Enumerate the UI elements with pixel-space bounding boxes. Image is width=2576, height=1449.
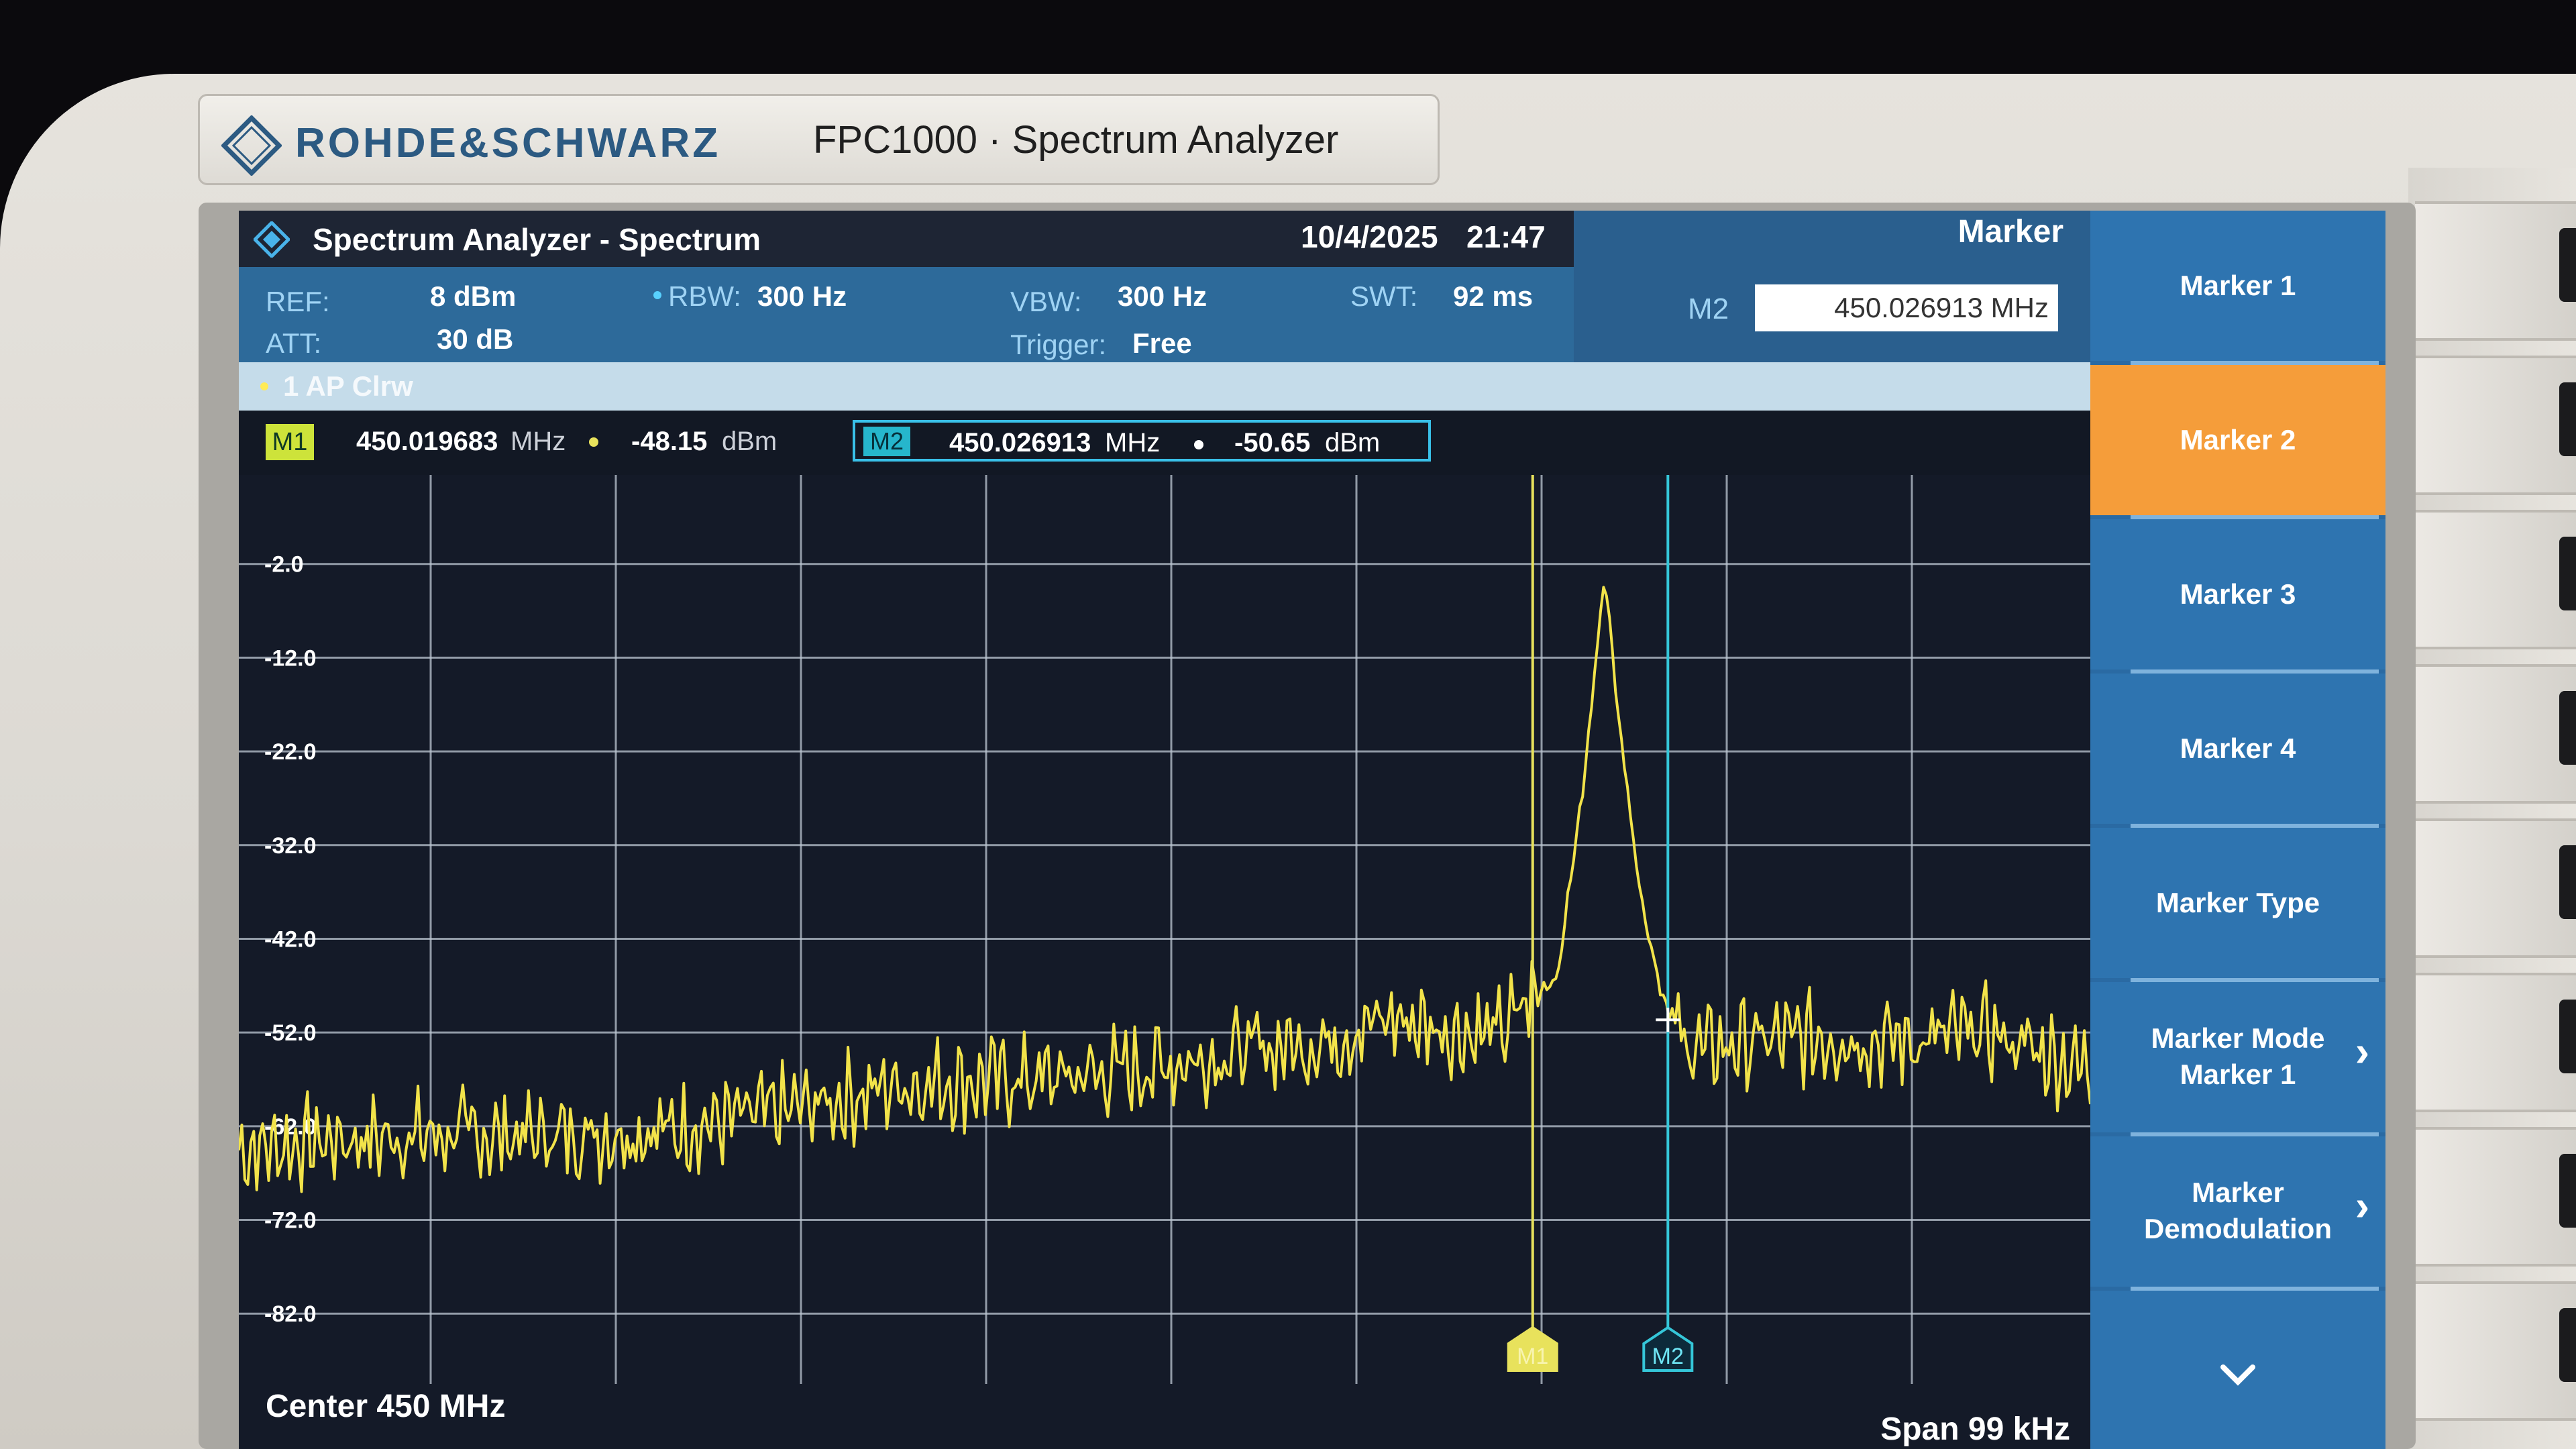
m2-level: -50.65 — [1234, 428, 1311, 458]
softkey-marker-3[interactable]: Marker 3 — [2090, 519, 2385, 669]
softkey-marker-demodulation[interactable]: Marker Demodulation › — [2090, 1136, 2385, 1287]
att-label: ATT: — [266, 327, 322, 359]
ref-value[interactable]: 8 dBm — [430, 280, 516, 313]
hardware-key-notch — [2559, 537, 2576, 610]
softkey-label: Marker Mode — [2151, 1022, 2325, 1054]
hardware-key[interactable] — [2415, 664, 2576, 804]
marker-panel-title: Marker — [1957, 214, 2063, 250]
hardware-key[interactable] — [2415, 201, 2576, 341]
hardware-key-notch — [2559, 228, 2576, 302]
marker-flag-m1: M1 — [1507, 1326, 1558, 1372]
softkey-label: Marker 1 — [2180, 270, 2296, 301]
marker-panel-header: Marker M2 — [1574, 211, 2090, 362]
trace-label: 1 AP Clrw — [283, 370, 413, 402]
y-tick-label: -72.0 — [264, 1208, 317, 1234]
title-bar: Spectrum Analyzer - Spectrum 10/4/2025 2… — [239, 211, 1574, 267]
softkey-label: Marker 4 — [2180, 733, 2296, 764]
swt-label: SWT: — [1350, 280, 1418, 312]
y-tick-label: -22.0 — [264, 739, 317, 765]
m2-frequency: 450.026913 — [949, 428, 1091, 458]
hardware-key[interactable] — [2415, 818, 2576, 958]
softkey-marker-2[interactable]: Marker 2 — [2090, 365, 2385, 515]
hardware-key-notch — [2559, 691, 2576, 765]
vbw-value[interactable]: 300 Hz — [1118, 280, 1207, 313]
chevron-right-icon: › — [2355, 1181, 2369, 1230]
marker-frequency-input[interactable] — [1755, 284, 2058, 331]
y-tick-label: -12.0 — [264, 645, 317, 671]
marker-flag-label: M2 — [1652, 1344, 1684, 1369]
y-tick-label: -52.0 — [264, 1020, 317, 1046]
vbw-label: VBW: — [1010, 286, 1082, 317]
m1-frequency: 450.019683 — [356, 427, 498, 456]
y-tick-label: -32.0 — [264, 833, 317, 859]
model-name: FPC1000 · Spectrum Analyzer — [813, 118, 1339, 162]
date-display: 10/4/2025 — [1301, 219, 1438, 254]
hardware-key-notch — [2559, 1000, 2576, 1073]
parameter-area[interactable]: REF: 8 dBm ATT: 30 dB RBW: 300 Hz VBW: 3… — [239, 267, 1574, 362]
softkey-sublabel: Demodulation — [2144, 1213, 2332, 1244]
hardware-key-notch — [2559, 382, 2576, 456]
softkey-label: Marker Type — [2155, 887, 2320, 918]
chevron-right-icon: › — [2355, 1027, 2369, 1075]
softkey-marker-1[interactable]: Marker 1 — [2090, 211, 2385, 361]
marker-readout-line: M1 450.019683 MHz -48.15 dBm M2 450.0269… — [239, 411, 2090, 475]
hardware-key[interactable] — [2415, 973, 2576, 1112]
trigger-label: Trigger: — [1010, 329, 1107, 360]
m2-level-unit: dBm — [1325, 428, 1381, 458]
active-marker-label: M2 — [1688, 292, 1729, 325]
time-display: 21:47 — [1466, 219, 1546, 254]
m1-level-unit: dBm — [722, 427, 777, 456]
rbw-label: RBW: — [668, 280, 741, 312]
att-value[interactable]: 30 dB — [437, 323, 513, 356]
chevron-down-icon — [2220, 1364, 2255, 1386]
marker-flag-m2: M2 — [1642, 1326, 1694, 1372]
softkey-label: Marker 2 — [2180, 424, 2296, 455]
m1-level: -48.15 — [631, 427, 708, 456]
m1-frequency-unit: MHz — [511, 427, 566, 456]
softkey-label: Marker 3 — [2180, 578, 2296, 610]
rbw-coupled-indicator — [653, 291, 661, 299]
hardware-key-notch — [2559, 845, 2576, 919]
softkey-marker-4[interactable]: Marker 4 — [2090, 674, 2385, 824]
m2-frequency-unit: MHz — [1105, 428, 1161, 458]
hardware-key[interactable] — [2415, 1127, 2576, 1267]
frequency-span[interactable]: Span 99 kHz — [1880, 1411, 2070, 1448]
analyzer-screen: Spectrum Analyzer - Spectrum 10/4/2025 2… — [239, 211, 2385, 1449]
spectrum-svg: -2.0-12.0-22.0-32.0-42.0-52.0-62.0-72.0-… — [239, 475, 2092, 1384]
brand-name: ROHDE&SCHWARZ — [295, 120, 721, 166]
softkey-more[interactable] — [2090, 1291, 2385, 1449]
y-tick-label: -42.0 — [264, 926, 317, 952]
trace-bar[interactable]: 1 AP Clrw — [239, 362, 2090, 411]
m2-readout-box[interactable]: M2 450.026913 MHz -50.65 dBm — [853, 420, 1431, 462]
softkey-marker-type[interactable]: Marker Type — [2090, 828, 2385, 978]
app-logo-icon — [254, 221, 290, 258]
m1-dot — [589, 437, 598, 447]
ref-label: REF: — [266, 286, 330, 317]
y-tick-label: -2.0 — [264, 552, 304, 578]
m2-badge: M2 — [863, 427, 910, 456]
frequency-axis-bar: Center 450 MHz Span 99 kHz — [239, 1384, 2090, 1449]
swt-value[interactable]: 92 ms — [1453, 280, 1533, 313]
app-title: Spectrum Analyzer - Spectrum — [313, 222, 761, 257]
hardware-key-notch — [2559, 1308, 2576, 1382]
trace-indicator-dot — [260, 382, 268, 390]
y-tick-label: -82.0 — [264, 1301, 317, 1327]
hardware-key-notch — [2559, 1154, 2576, 1228]
spectrum-trace — [239, 586, 2092, 1193]
center-frequency[interactable]: Center 450 MHz — [266, 1388, 505, 1425]
marker-flag-label: M1 — [1517, 1344, 1548, 1369]
hardware-key[interactable] — [2415, 1281, 2576, 1421]
softkey-label: Marker — [2192, 1177, 2284, 1208]
rohde-schwarz-logo-icon — [221, 115, 282, 176]
rbw-value[interactable]: 300 Hz — [757, 280, 847, 313]
spectrum-plot[interactable]: -2.0 -12.0 -22.0 -32.0 -42.0 -52.0 -62.0 -72.0-… — [239, 475, 2092, 1384]
softkey-sublabel: Marker 1 — [2180, 1059, 2296, 1090]
softkey-panel: Marker 1 Marker 2 Marker 3 Marker 4 Mark… — [2090, 211, 2385, 1449]
m1-badge: M1 — [266, 424, 314, 460]
hardware-key[interactable] — [2415, 356, 2576, 495]
hardware-key[interactable] — [2415, 510, 2576, 649]
m2-dot — [1194, 440, 1203, 449]
softkey-marker-mode[interactable]: Marker Mode Marker 1 › — [2090, 982, 2385, 1132]
trigger-value[interactable]: Free — [1132, 327, 1192, 360]
